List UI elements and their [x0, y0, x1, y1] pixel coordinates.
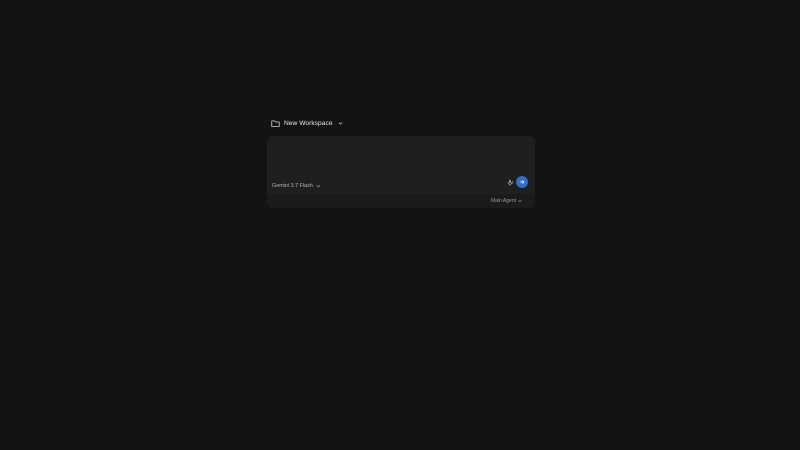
prompt-composer: Gemini 3.7 Flash Main Agent: [267, 136, 535, 208]
send-button[interactable]: [516, 176, 528, 188]
microphone-icon: [507, 179, 514, 186]
workspace-selector[interactable]: New Workspace: [271, 117, 343, 130]
model-label: Gemini 3.7 Flash: [272, 183, 313, 189]
model-selector[interactable]: Gemini 3.7 Flash: [272, 181, 320, 191]
arrow-right-icon: [519, 179, 525, 185]
microphone-button[interactable]: [505, 177, 515, 187]
chevron-down-icon: [316, 184, 321, 189]
workspace-label: New Workspace: [284, 120, 333, 127]
prompt-input[interactable]: [267, 136, 535, 176]
agent-selector[interactable]: Main Agent: [491, 197, 522, 205]
chevron-down-icon: [518, 199, 522, 203]
folder-icon: [271, 119, 280, 128]
agent-label: Main Agent: [490, 198, 516, 204]
composer-footer: Main Agent: [267, 194, 535, 208]
chevron-down-icon: [338, 121, 343, 126]
